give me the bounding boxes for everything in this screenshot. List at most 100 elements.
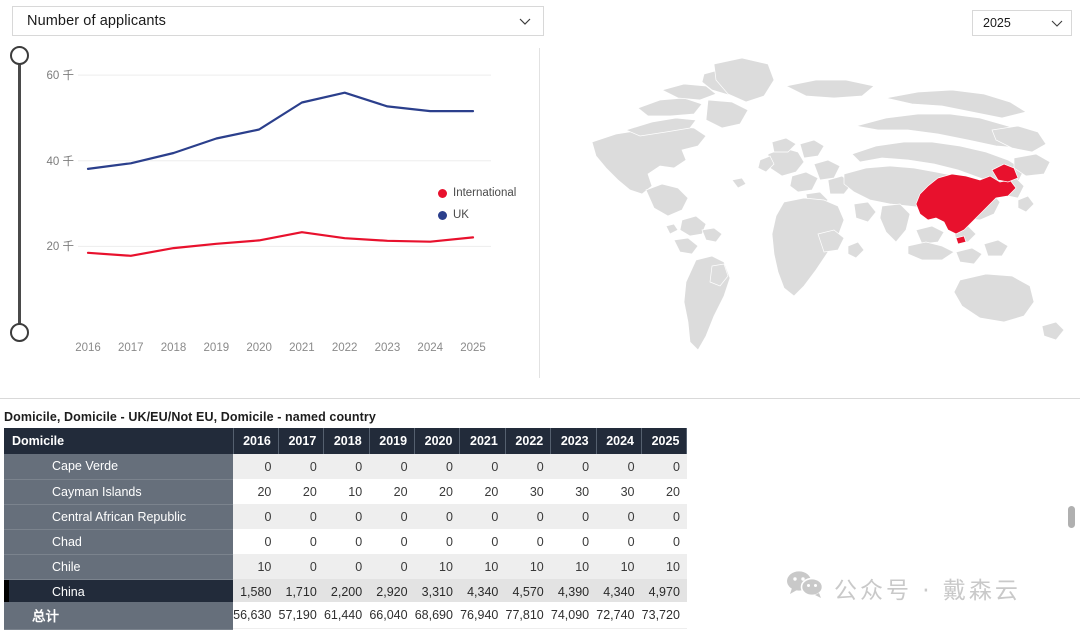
total-value: 73,720	[641, 608, 680, 622]
table-cell-value: 0	[414, 504, 460, 529]
table-cell-value: 0	[596, 454, 642, 479]
table-header-domicile[interactable]: Domicile	[4, 428, 234, 454]
table-header-year-2019[interactable]: 2019	[369, 428, 416, 454]
legend-label: International	[453, 187, 517, 199]
table-row[interactable]: Cayman Islands 20 20 10 20 20 20 30 30 30 20	[4, 479, 687, 505]
slider-track[interactable]	[18, 54, 21, 334]
y-axis-tick-label: 20 千	[46, 241, 75, 254]
section-divider	[0, 398, 1080, 399]
total-value: 76,940	[460, 608, 499, 622]
table-row[interactable]: Chile 10 0 0 0 10 10 10 10 10 10	[4, 554, 687, 580]
legend-color-swatch	[438, 210, 447, 220]
table-cell-value: 1,580	[233, 579, 279, 604]
metric-dropdown[interactable]: Number of applicants	[12, 6, 544, 36]
map-base-countries	[591, 57, 1065, 351]
total-value: 68,690	[414, 608, 453, 622]
total-value: 61,440	[323, 608, 363, 622]
table-cell-value: 0	[323, 454, 370, 479]
chevron-down-icon	[1049, 15, 1065, 31]
table-cell-value: 0	[323, 504, 370, 529]
vertical-scrollbar-thumb[interactable]	[1068, 506, 1075, 528]
table-cell-value: 0	[596, 504, 642, 529]
y-axis-tick-label: 60 千	[46, 70, 75, 83]
domicile-table: Domicile 2016 2017 2018 2019 2020 2021 2022 2023…	[4, 428, 688, 630]
table-header-year-2021[interactable]: 2021	[459, 428, 506, 454]
table-header-year-2016[interactable]: 2016	[233, 428, 279, 454]
x-axis-tick-label: 2017	[117, 342, 144, 354]
table-header-year-2025[interactable]: 2025	[641, 428, 688, 454]
chart-legend: International UK	[438, 182, 516, 226]
table-cell-value: 0	[459, 454, 506, 479]
table-cell-value: 0	[323, 529, 370, 554]
table-cell-value: 0	[596, 529, 642, 554]
table-cell-value: 0	[550, 454, 597, 479]
table-cell-value: 0	[414, 529, 460, 554]
table-header-row: Domicile 2016 2017 2018 2019 2020 2021 2022 2023…	[4, 428, 688, 454]
table-cell-value: 0	[278, 504, 324, 529]
chevron-down-icon	[517, 13, 533, 29]
table-header: Domicile 2016 2017 2018 2019 2020 2021 2022 2023…	[4, 428, 688, 454]
table-cell-value: 0	[505, 454, 551, 479]
table-cell-value: 0	[505, 529, 551, 554]
table-header-year-2024[interactable]: 2024	[596, 428, 643, 454]
table-cell-domicile[interactable]: Cape Verde	[4, 454, 233, 480]
legend-item-international[interactable]: International	[438, 182, 516, 204]
table-cell-value: 0	[233, 504, 279, 529]
table-cell-value: 10	[550, 554, 597, 579]
year-dropdown[interactable]: 2025	[972, 10, 1072, 36]
legend-color-swatch	[438, 188, 447, 198]
x-axis-tick-label: 2025	[460, 342, 486, 354]
table-header-year-2023[interactable]: 2023	[550, 428, 597, 454]
legend-label: UK	[453, 209, 469, 221]
table-row[interactable]: China 1,580 1,710 2,200 2,920 3,310 4,340 4,570…	[4, 579, 687, 605]
table-cell-value: 30	[505, 479, 551, 504]
table-cell-value: 0	[369, 504, 415, 529]
table-cell-value: 4,570	[505, 579, 551, 604]
table-header-year-2020[interactable]: 2020	[414, 428, 461, 454]
total-value: 66,040	[369, 608, 408, 622]
table-header-year-2022[interactable]: 2022	[505, 428, 552, 454]
table-header-year-2017[interactable]: 2017	[278, 428, 325, 454]
table-cell-value: 0	[641, 529, 687, 554]
vertical-range-slider[interactable]	[10, 46, 30, 342]
wechat-icon	[786, 570, 824, 605]
table-cell-value: 0	[233, 454, 279, 479]
slider-min-handle[interactable]	[10, 323, 29, 342]
metric-dropdown-label: Number of applicants	[27, 13, 167, 29]
total-value: 56,630	[233, 608, 272, 622]
table-cell-domicile[interactable]: Cayman Islands	[4, 479, 233, 505]
table-cell-value: 0	[233, 529, 279, 554]
watermark: 公众号 · 戴森云	[786, 570, 1021, 605]
dashboard-root: Number of applicants 2025 20 千 40 千 60 千…	[0, 0, 1080, 630]
table-cell-value: 0	[278, 554, 324, 579]
x-axis-tick-label: 2020	[246, 342, 272, 354]
table-cell-value: 10	[233, 554, 279, 579]
table-row[interactable]: Chad 0 0 0 0 0 0 0 0 0 0	[4, 529, 687, 555]
table-cell-value: 0	[459, 529, 506, 554]
table-cell-domicile[interactable]: Chile	[4, 554, 233, 580]
table-cell-value: 2,920	[369, 579, 415, 604]
y-axis-tick-label: 40 千	[46, 155, 75, 168]
table-cell-value: 0	[505, 504, 551, 529]
world-map-canvas	[591, 57, 1065, 351]
table-cell-value: 10	[414, 554, 460, 579]
slider-max-handle[interactable]	[10, 46, 29, 65]
series-line-international	[86, 231, 475, 257]
x-axis-tick-label: 2024	[417, 342, 444, 354]
table-row[interactable]: Cape Verde 0 0 0 0 0 0 0 0 0 0	[4, 454, 687, 480]
legend-item-uk[interactable]: UK	[438, 204, 516, 226]
total-value: 74,090	[550, 608, 590, 622]
table-cell-value: 4,390	[550, 579, 597, 604]
table-cell-domicile[interactable]: Chad	[4, 529, 233, 555]
table-cell-domicile[interactable]: China	[4, 579, 233, 605]
table-cell-domicile[interactable]: Central African Republic	[4, 504, 233, 530]
domicile-table-element: Domicile 2016 2017 2018 2019 2020 2021 2022 2023…	[4, 428, 688, 630]
table-cell-value: 0	[369, 454, 415, 479]
table-header-year-2018[interactable]: 2018	[323, 428, 370, 454]
table-cell-value: 20	[459, 479, 506, 504]
x-axis-tick-label: 2023	[374, 342, 401, 354]
world-map[interactable]	[556, 34, 1076, 384]
table-cell-value: 20	[369, 479, 415, 504]
x-axis-tick-label: 2022	[331, 342, 358, 354]
table-row[interactable]: Central African Republic 0 0 0 0 0 0 0 0 0 0	[4, 504, 687, 530]
